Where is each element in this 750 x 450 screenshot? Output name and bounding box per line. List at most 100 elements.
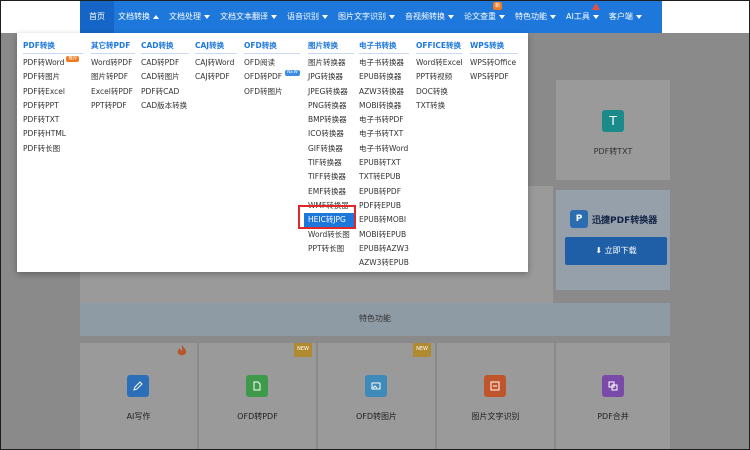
menu-item-label: PNG转换器 <box>308 100 347 110</box>
column-title: PDF转换 <box>23 41 55 50</box>
feature-ofd-pdf[interactable]: NEW OFD转PDF <box>199 343 316 450</box>
menu-item-label: TIFF转换器 <box>308 172 346 182</box>
menu-item-label: 电子书转换器 <box>359 58 404 67</box>
chevron-down-icon <box>592 14 599 19</box>
feature-ofd-image[interactable]: NEW OFD转图片 <box>318 343 435 450</box>
menu-item[interactable]: OFD阅读 <box>244 56 300 70</box>
download-button[interactable]: ⬇ 立即下载 <box>565 237 667 265</box>
menu-item[interactable]: EPUB转PDF <box>359 185 409 199</box>
nav-features[interactable]: 特色功能 <box>510 0 561 33</box>
menu-item[interactable]: CAD转PDF <box>141 56 189 70</box>
feature-label: AI写作 <box>126 412 151 421</box>
menu-item[interactable]: 电子书转TXT <box>359 127 409 141</box>
menu-item[interactable]: PDF转Word 推荐 <box>23 56 83 70</box>
menu-item[interactable]: DOC转换 <box>416 85 462 99</box>
menu-item[interactable]: GIF转换器 <box>308 142 354 156</box>
nav-label: 图片文字识别 <box>338 12 386 21</box>
menu-item[interactable]: TIFF转换器 <box>308 170 354 184</box>
download-logo-text: 迅捷PDF转换器 <box>592 215 658 226</box>
nav-translate[interactable]: 文档文本翻译 <box>215 0 282 33</box>
menu-item[interactable]: MOBI转EPUB <box>359 228 409 242</box>
menu-item[interactable]: EPUB转AZW3 <box>359 242 409 256</box>
menu-item[interactable]: EPUB转MOBI <box>359 213 409 227</box>
menu-item[interactable]: AZW3转换器 <box>359 85 409 99</box>
document-convert-dropdown: PDF转换 PDF转Word 推荐 PDF转图片 PDF转Excel PDF转PPT PDF… <box>17 33 528 272</box>
column-divider <box>470 53 518 54</box>
menu-item[interactable]: Word转PDF <box>91 56 135 70</box>
column-divider <box>416 53 462 54</box>
nav-av-convert[interactable]: 音视频转换 <box>400 0 459 33</box>
menu-item[interactable]: Word转长图 <box>308 228 354 242</box>
menu-item[interactable]: PDF转Excel <box>23 85 83 99</box>
menu-item[interactable]: PDF转HTML <box>23 127 83 141</box>
menu-item[interactable]: CAJ转PDF <box>195 70 237 84</box>
menu-item[interactable]: JPG转换器 <box>308 70 354 84</box>
menu-item[interactable]: OFD转PDF NEW <box>244 70 300 84</box>
menu-item[interactable]: 电子书转PDF <box>359 113 409 127</box>
menu-item[interactable]: PDF转EPUB <box>359 199 409 213</box>
menu-item[interactable]: EMF转换器 <box>308 185 354 199</box>
menu-item[interactable]: PDF转CAD <box>141 85 189 99</box>
nav-home[interactable]: 首页 <box>80 0 114 33</box>
nav-document-convert[interactable]: 文档转换 <box>114 0 164 33</box>
menu-item[interactable]: PDF转长图 <box>23 142 83 156</box>
menu-item[interactable]: WPS转Office <box>470 56 518 70</box>
menu-item[interactable]: CAD转图片 <box>141 70 189 84</box>
menu-item-label: OFD转图片 <box>244 86 283 96</box>
feature-label: PDF合并 <box>597 412 629 421</box>
chevron-up-icon <box>153 14 159 19</box>
menu-item[interactable]: PNG转换器 <box>308 99 354 113</box>
pdf-to-txt-card[interactable]: T PDF转TXT <box>556 80 670 180</box>
menu-item[interactable]: TXT转EPUB <box>359 170 409 184</box>
menu-item[interactable]: Word转Excel <box>416 56 463 70</box>
menu-item[interactable]: PDF转TXT <box>23 113 83 127</box>
menu-item[interactable]: JPEG转换器 <box>308 85 354 99</box>
feature-pdf-merge[interactable]: PDF合并 <box>556 343 670 450</box>
nav-document-process[interactable]: 文档处理 <box>164 0 215 33</box>
menu-item-label: Word转长图 <box>308 229 350 239</box>
menu-item[interactable]: 电子书转Word <box>359 142 409 156</box>
menu-item[interactable]: WPS转PDF <box>470 70 518 84</box>
txt-icon: T <box>602 110 624 132</box>
menu-item[interactable]: CAD版本转换 <box>141 99 189 113</box>
menu-item[interactable]: ICO转换器 <box>308 127 354 141</box>
menu-item[interactable]: EPUB转换器 <box>359 70 409 84</box>
nav-image-ocr[interactable]: 图片文字识别 <box>333 0 400 33</box>
menu-item[interactable]: PDF转图片 <box>23 70 83 84</box>
chevron-down-icon <box>389 14 395 19</box>
menu-item[interactable]: MOBI转换器 <box>359 99 409 113</box>
download-logo: P 迅捷PDF转换器 <box>570 210 657 228</box>
menu-item-label: 电子书转PDF <box>359 115 404 125</box>
menu-item[interactable]: 图片转PDF <box>91 70 135 84</box>
menu-item[interactable]: PPT转长图 <box>308 242 354 256</box>
column-pdf-convert: PDF转换 PDF转Word 推荐 PDF转图片 PDF转Excel PDF转PPT PDF… <box>23 39 83 156</box>
nav-speech[interactable]: 语音识别 <box>282 0 333 33</box>
feature-ai-writing[interactable]: AI写作 <box>80 343 197 450</box>
nav-plagiarism[interactable]: 新论文查重 <box>459 0 510 33</box>
menu-item[interactable]: PPT转视频 <box>416 70 462 84</box>
menu-item[interactable]: OFD转图片 <box>244 85 300 99</box>
menu-item[interactable]: TXT转换 <box>416 99 462 113</box>
menu-item[interactable]: 图片转换器 <box>308 56 354 70</box>
menu-item[interactable]: PDF转PPT <box>23 99 83 113</box>
menu-item-label: CAD版本转换 <box>141 100 188 110</box>
menu-item[interactable]: AZW3转EPUB <box>359 256 409 270</box>
menu-item[interactable]: CAJ转Word <box>195 56 237 70</box>
menu-item[interactable]: PPT转PDF <box>91 99 135 113</box>
menu-item[interactable]: EPUB转TXT <box>359 156 409 170</box>
menu-item[interactable]: Excel转PDF <box>91 85 135 99</box>
nav-client[interactable]: 客户端 <box>604 0 647 33</box>
chevron-down-icon <box>635 14 642 19</box>
menu-item-label: OFD转PDF <box>244 72 283 82</box>
new-tag: NEW <box>285 70 300 77</box>
menu-item[interactable]: TIF转换器 <box>308 156 354 170</box>
feature-image-ocr[interactable]: 图片文字识别 <box>437 343 554 450</box>
nav-ai-tools[interactable]: AI工具 <box>561 0 604 33</box>
menu-item-label: MOBI转EPUB <box>359 229 407 239</box>
menu-item[interactable]: BMP转换器 <box>308 113 354 127</box>
menu-item[interactable]: 电子书转换器 <box>359 56 409 70</box>
menu-item-label: CAJ转PDF <box>195 72 230 82</box>
column-title: CAJ转换 <box>195 41 225 50</box>
pdf-merge-icon <box>602 375 624 397</box>
section-title: 特色功能 <box>359 314 391 323</box>
